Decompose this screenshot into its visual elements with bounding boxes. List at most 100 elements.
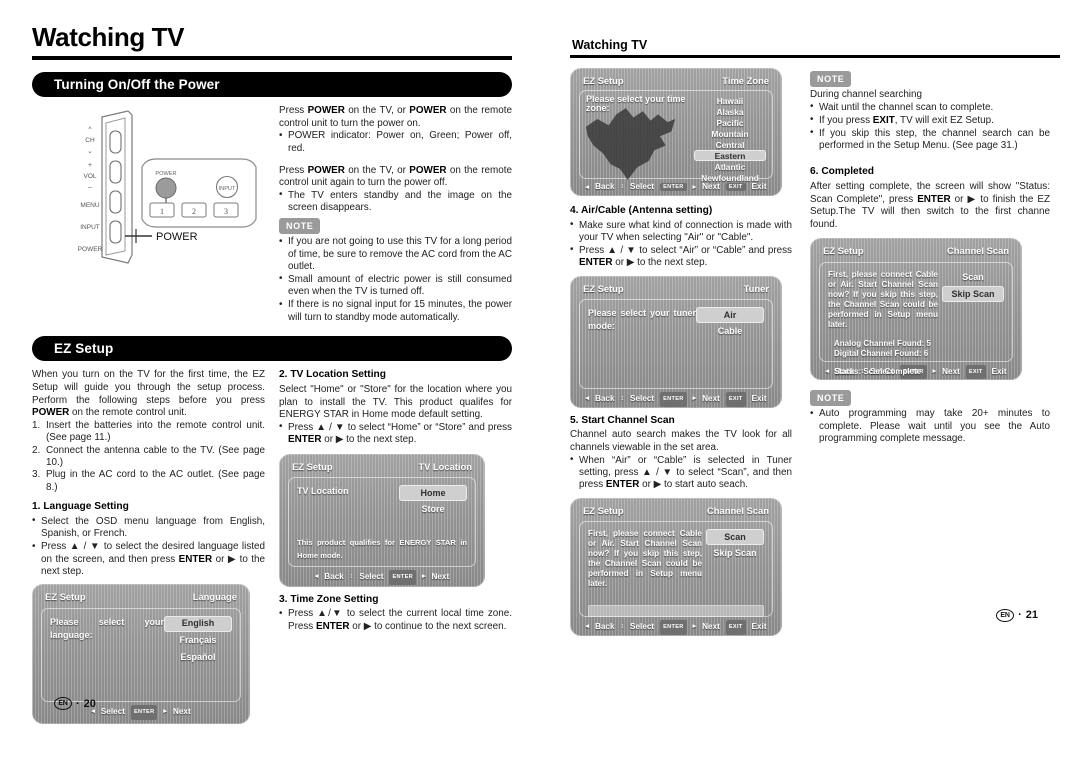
- svg-text:POWER: POWER: [156, 231, 198, 243]
- osd-footer-select[interactable]: Select: [630, 393, 654, 406]
- osd-footer-select[interactable]: Select: [630, 182, 654, 191]
- osd-status: Status: Scan Complete: [834, 367, 922, 377]
- osd-channel-scan-screen[interactable]: EZ Setup Channel Scan First, please conn…: [570, 498, 782, 636]
- osd-option-hawaii[interactable]: Hawaii: [694, 95, 766, 106]
- osd-footer-select[interactable]: Select: [101, 706, 125, 719]
- osd-option-scan[interactable]: Scan: [942, 270, 1004, 286]
- step5-heading: 5. Start Channel Scan: [570, 414, 675, 426]
- osd-tv-location-options: Home Store: [399, 485, 467, 517]
- running-head-rule: [570, 55, 1060, 58]
- osd-footer-exit[interactable]: Exit: [752, 621, 767, 634]
- osd-channel-scan-body: First, please connect Cable or Air. Star…: [579, 521, 773, 618]
- note-item-exit: If you press EXIT, TV will exit EZ Setup…: [810, 114, 1050, 127]
- osd-option-pacific[interactable]: Pacific: [694, 117, 766, 128]
- osd-context: Time Zone: [722, 75, 769, 86]
- osd-tv-location-screen[interactable]: EZ Setup TV Location TV Location Home St…: [279, 454, 485, 587]
- osd-footer-next[interactable]: Next: [702, 182, 720, 191]
- left-arrow-icon: ◂: [314, 573, 319, 581]
- left-page-footer: EN · 20: [54, 697, 96, 711]
- ez-setup-col-right: 2. TV Location Setting Select "Home" or …: [279, 369, 512, 724]
- osd-option-english[interactable]: English: [164, 615, 232, 632]
- svg-text:INPUT: INPUT: [80, 224, 100, 231]
- section-header-ez-setup: EZ Setup: [32, 336, 512, 362]
- step1-bullets: Select the OSD menu language from Englis…: [32, 515, 265, 579]
- osd-tv-location-header: EZ Setup TV Location: [288, 461, 476, 478]
- step5-bullets: When “Air” or “Cable” is selected in Tun…: [570, 454, 792, 492]
- step6-paragraph: After setting complete, the screen will …: [810, 180, 1050, 230]
- power-on-paragraph: Press POWER on the TV, or POWER on the r…: [279, 105, 512, 129]
- osd-language-options: English Français Español: [164, 615, 232, 665]
- osd-option-francais[interactable]: Français: [164, 633, 232, 649]
- osd-channel-scan-footer: ◂ Back ↕ Select ENTER ▸ Next EXIT Exit: [579, 617, 773, 635]
- osd-tv-location-body: TV Location Home Store This product qual…: [288, 477, 476, 568]
- ez-setup-intro: When you turn on the TV for the first ti…: [32, 369, 265, 419]
- language-badge: EN: [996, 608, 1015, 622]
- osd-footer-exit[interactable]: Exit: [752, 393, 767, 406]
- osd-tuner-footer: ◂ Back ↕ Select ENTER ▸ Next EXIT Exit: [579, 389, 773, 407]
- osd-option-air[interactable]: Air: [696, 307, 764, 323]
- osd-tuner-screen[interactable]: EZ Setup Tuner Please select your tuner …: [570, 276, 782, 408]
- step4-bullets: Make sure what kind of connection is mad…: [570, 219, 792, 270]
- osd-footer-select[interactable]: Select: [359, 571, 383, 584]
- osd-footer-next[interactable]: Next: [702, 393, 720, 406]
- osd-option-central[interactable]: Central: [694, 139, 766, 150]
- osd-channel-scan-header: EZ Setup Channel Scan: [579, 505, 773, 522]
- standby-bullet: The TV enters standby and the image on t…: [279, 189, 512, 215]
- enter-key-icon: ENTER: [660, 620, 687, 635]
- osd-footer-back[interactable]: Back: [595, 182, 615, 191]
- left-page: Watching TV Turning On/Off the Power ^ C…: [32, 22, 512, 725]
- osd-option-store[interactable]: Store: [399, 502, 467, 518]
- osd-option-eastern[interactable]: Eastern: [694, 150, 766, 161]
- osd-option-skip-scan[interactable]: Skip Scan: [942, 286, 1004, 303]
- osd-option-skip-scan[interactable]: Skip Scan: [706, 546, 764, 562]
- osd-time-zone-screen[interactable]: EZ Setup Time Zone Please select your ti…: [570, 68, 782, 196]
- osd-footer-next[interactable]: Next: [702, 621, 720, 634]
- enter-key-icon: ENTER: [130, 704, 158, 720]
- step4-heading: 4. Air/Cable (Antenna setting): [570, 205, 713, 216]
- osd-option-newfoundland[interactable]: Newfoundland: [694, 172, 766, 183]
- ez-setup-steps: Insert the batteries into the remote con…: [32, 420, 265, 494]
- osd-title: EZ Setup: [583, 282, 624, 294]
- updown-arrow-icon: ↕: [349, 573, 354, 581]
- left-arrow-icon: ◂: [585, 623, 589, 631]
- osd-option-cable[interactable]: Cable: [696, 324, 764, 340]
- osd-option-atlantic[interactable]: Atlantic: [694, 161, 766, 172]
- osd-footer-next[interactable]: Next: [431, 571, 449, 584]
- right-arrow-icon: ▸: [692, 395, 697, 403]
- osd-tuner-options: Air Cable: [696, 307, 764, 339]
- right-col-left: EZ Setup Time Zone Please select your ti…: [570, 68, 792, 636]
- step3-bullets: Press ▲/▼ to select the current local ti…: [279, 608, 512, 633]
- svg-text:POWER: POWER: [155, 171, 176, 177]
- osd-option-alaska[interactable]: Alaska: [694, 106, 766, 117]
- updown-arrow-icon: ↕: [620, 395, 625, 403]
- osd-tuner-body: Please select your tuner mode: Air Cable: [579, 299, 773, 390]
- osd-option-home[interactable]: Home: [399, 485, 467, 501]
- svg-text:+: +: [88, 162, 92, 169]
- note-top-lead: During channel searching: [810, 89, 922, 101]
- osd-time-zone-header: EZ Setup Time Zone: [579, 75, 773, 90]
- step1-heading: 1. Language Setting: [32, 501, 129, 513]
- section-header-ez-setup-label: EZ Setup: [54, 341, 114, 357]
- note-item: If there is no signal input for 15 minut…: [279, 299, 512, 324]
- osd-footer-exit[interactable]: Exit: [752, 182, 767, 191]
- osd-footer-back[interactable]: Back: [595, 393, 615, 406]
- osd-tv-location-footer: ◂ Back ↕ Select ENTER ▸ Next: [288, 567, 476, 585]
- osd-channel-scan-message: First, please connect Cable or Air. Star…: [588, 529, 702, 589]
- osd-context: Language: [192, 591, 237, 603]
- power-section: ^ CH ⌄ + VOL – MENU INPUT POWER POWER PO…: [32, 105, 512, 324]
- osd-option-scan[interactable]: Scan: [706, 529, 764, 545]
- svg-text:VOL: VOL: [83, 173, 96, 180]
- page-title: Watching TV: [32, 22, 185, 52]
- language-badge: EN: [54, 697, 72, 711]
- osd-footer-select[interactable]: Select: [630, 621, 654, 634]
- ez-setup-step: Connect the antenna cable to the TV. (Se…: [32, 444, 265, 469]
- osd-option-mountain[interactable]: Mountain: [694, 128, 766, 139]
- osd-footer-back[interactable]: Back: [595, 621, 615, 634]
- svg-text:1: 1: [160, 207, 164, 216]
- osd-scan-complete-header: EZ Setup Channel Scan: [819, 245, 1013, 262]
- osd-option-espanol[interactable]: Español: [164, 649, 232, 665]
- svg-text:3: 3: [224, 207, 228, 216]
- osd-footer-back[interactable]: Back: [324, 571, 344, 584]
- osd-channel-scan-complete-screen[interactable]: EZ Setup Channel Scan First, please conn…: [810, 238, 1022, 381]
- osd-footer-next[interactable]: Next: [173, 706, 191, 719]
